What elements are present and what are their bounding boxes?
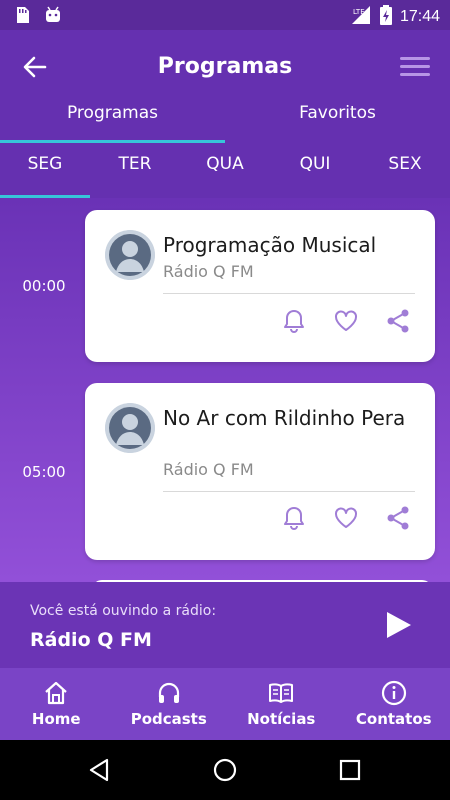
book-icon: [268, 680, 294, 706]
menu-icon[interactable]: [398, 52, 432, 82]
bell-icon[interactable]: [281, 308, 307, 334]
program-title: Programação Musical: [163, 233, 377, 257]
program-title: No Ar com Rildinho Pera: [163, 406, 406, 430]
battery-icon: [379, 5, 392, 29]
info-icon: [381, 680, 407, 706]
tab-indicator: [0, 140, 225, 143]
program-time: 00:00: [22, 277, 66, 295]
nav-contatos[interactable]: Contatos: [338, 668, 450, 740]
now-playing-station: Rádio Q FM: [30, 629, 152, 651]
program-card[interactable]: No Ar com Rildinho Pera Rádio Q FM: [85, 383, 435, 560]
program-time: 05:00: [22, 463, 66, 481]
day-seg[interactable]: SEG: [0, 154, 90, 190]
clock: 17:44: [399, 8, 440, 25]
day-sex[interactable]: SEX: [360, 154, 450, 190]
now-playing-label: Você está ouvindo a rádio:: [30, 603, 217, 619]
day-selector: SEG TER QUA QUI SEX: [0, 154, 450, 190]
home-circle-icon[interactable]: [212, 757, 238, 783]
share-icon[interactable]: [385, 505, 411, 531]
heart-icon[interactable]: [333, 505, 359, 531]
app-bar: Programas Programas Favoritos SEG TER QU…: [0, 30, 450, 198]
tab-favoritos[interactable]: Favoritos: [225, 100, 450, 140]
program-card[interactable]: Programação Musical Rádio Q FM: [85, 210, 435, 362]
day-qui[interactable]: QUI: [270, 154, 360, 190]
bell-icon[interactable]: [281, 505, 307, 531]
nav-podcasts-label: Podcasts: [130, 710, 207, 728]
tab-bar: Programas Favoritos: [0, 100, 450, 140]
status-bar: LTE 17:44: [0, 0, 450, 30]
headphones-icon: [156, 680, 182, 706]
android-icon: [44, 6, 62, 28]
nav-noticias[interactable]: Notícias: [225, 668, 338, 740]
page-title: Programas: [157, 54, 293, 79]
nav-home-label: Home: [31, 710, 81, 728]
heart-icon[interactable]: [333, 308, 359, 334]
avatar: [105, 230, 155, 280]
svg-text:LTE: LTE: [353, 8, 365, 16]
recents-square-icon[interactable]: [337, 757, 363, 783]
day-ter[interactable]: TER: [90, 154, 180, 190]
schedule-list[interactable]: 00:00 Programação Musical Rádio Q FM 05:…: [0, 198, 450, 582]
program-actions: [281, 505, 411, 531]
system-nav-bar: [0, 740, 450, 800]
signal-icon: LTE: [350, 5, 372, 29]
avatar: [105, 403, 155, 453]
sd-card-icon: [14, 6, 30, 28]
now-playing-bar: Você está ouvindo a rádio: Rádio Q FM: [0, 582, 450, 668]
play-icon[interactable]: [383, 610, 413, 640]
divider: [163, 491, 415, 492]
nav-home[interactable]: Home: [0, 668, 113, 740]
back-triangle-icon[interactable]: [87, 757, 113, 783]
nav-contatos-label: Contatos: [355, 710, 432, 728]
nav-noticias-label: Notícias: [247, 710, 316, 728]
program-station: Rádio Q FM: [163, 262, 254, 281]
nav-podcasts[interactable]: Podcasts: [113, 668, 226, 740]
share-icon[interactable]: [385, 308, 411, 334]
program-station: Rádio Q FM: [163, 460, 254, 479]
home-icon: [43, 680, 69, 706]
bottom-nav: Home Podcasts Notícias Contatos: [0, 668, 450, 740]
divider: [163, 293, 415, 294]
day-qua[interactable]: QUA: [180, 154, 270, 190]
tab-programas[interactable]: Programas: [0, 100, 225, 140]
program-actions: [281, 308, 411, 334]
